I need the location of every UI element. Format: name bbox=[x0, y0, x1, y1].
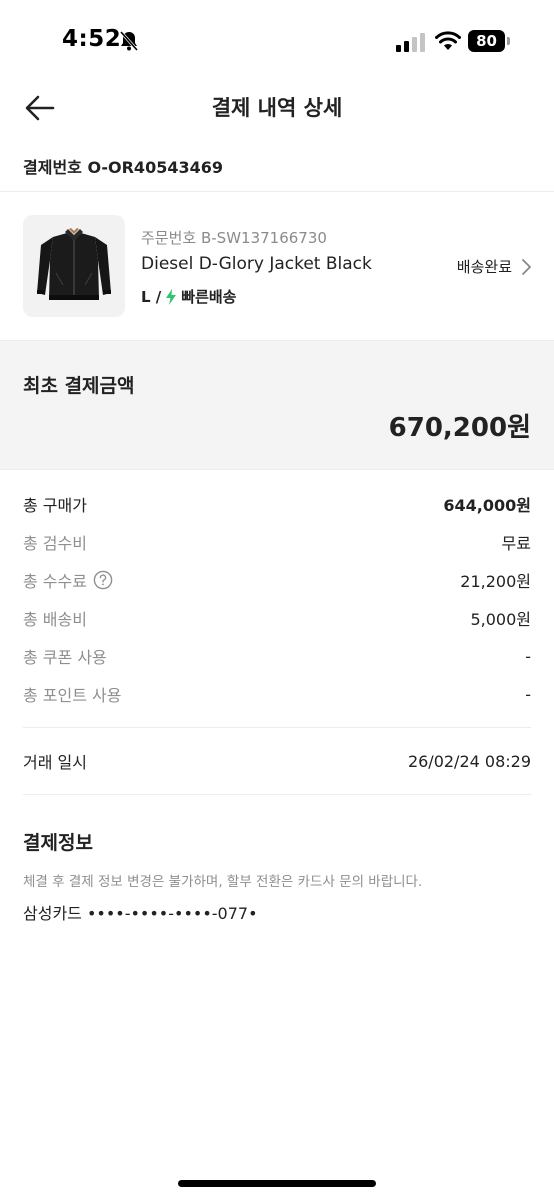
divider bbox=[0, 191, 554, 192]
transaction-date-row: 거래 일시 26/02/24 08:29 bbox=[23, 749, 531, 773]
detail-value: 무료 bbox=[501, 534, 531, 553]
payment-number-value: O-OR40543469 bbox=[87, 158, 223, 177]
status-bar: 4:52 80 bbox=[0, 0, 554, 82]
detail-value: - bbox=[525, 684, 531, 704]
size-label: L / bbox=[141, 287, 162, 306]
product-name[interactable]: Diesel D-Glory Jacket Black bbox=[141, 254, 372, 274]
detail-row-coupon: 총 쿠폰 사용 - bbox=[23, 644, 531, 668]
chevron-right-icon bbox=[522, 258, 531, 275]
detail-row-points: 총 포인트 사용 - bbox=[23, 682, 531, 706]
shipping-type: 빠른배송 bbox=[181, 288, 237, 306]
detail-value: 5,000원 bbox=[470, 610, 531, 629]
detail-label: 총 쿠폰 사용 bbox=[23, 648, 107, 667]
nav-bar: 결제 내역 상세 bbox=[0, 82, 554, 134]
detail-label: 총 배송비 bbox=[23, 610, 87, 629]
payment-info-title: 결제정보 bbox=[23, 832, 93, 854]
delivery-status: 배송완료 bbox=[456, 258, 512, 276]
cellular-signal-icon bbox=[396, 33, 425, 52]
card-info: 삼성카드 ••••-••••-••••-077• bbox=[23, 904, 258, 923]
product-image[interactable] bbox=[23, 215, 125, 317]
detail-label: 총 수수료 bbox=[23, 572, 87, 591]
total-payment-amount: 670,200원 bbox=[388, 413, 531, 443]
detail-label: 총 검수비 bbox=[23, 534, 87, 553]
detail-label: 총 포인트 사용 bbox=[23, 686, 122, 705]
home-indicator[interactable] bbox=[178, 1180, 376, 1187]
detail-value: 644,000원 bbox=[443, 496, 531, 515]
detail-label: 총 구매가 bbox=[23, 496, 87, 515]
divider bbox=[23, 727, 531, 728]
detail-row-purchase: 총 구매가 644,000원 bbox=[23, 492, 531, 516]
detail-row-fee: 총 수수료 21,200원 bbox=[23, 568, 531, 592]
detail-value: 21,200원 bbox=[460, 572, 531, 591]
wifi-icon bbox=[435, 31, 461, 50]
total-payment-box: 최초 결제금액 670,200원 bbox=[0, 340, 554, 470]
payment-number: 결제번호 O-OR40543469 bbox=[23, 154, 223, 178]
bell-muted-icon bbox=[119, 31, 139, 51]
delivery-status-link[interactable]: 배송완료 bbox=[457, 256, 532, 277]
detail-row-inspection: 총 검수비 무료 bbox=[23, 530, 531, 554]
battery-icon: 80 bbox=[468, 30, 510, 52]
payment-number-label: 결제번호 bbox=[23, 158, 82, 177]
detail-label-with-help: 총 수수료 bbox=[23, 568, 113, 592]
transaction-date-value: 26/02/24 08:29 bbox=[407, 751, 531, 771]
jacket-image bbox=[23, 215, 125, 317]
transaction-date-label: 거래 일시 bbox=[23, 753, 87, 772]
detail-row-shipping: 총 배송비 5,000원 bbox=[23, 606, 531, 630]
product-options: L / 빠른배송 bbox=[141, 286, 236, 307]
payment-info-notice: 체결 후 결제 정보 변경은 불가하며, 할부 전환은 카드사 문의 바랍니다. bbox=[23, 874, 423, 890]
status-time: 4:52 bbox=[62, 26, 122, 52]
battery-level: 80 bbox=[476, 32, 497, 50]
question-circle-icon[interactable] bbox=[93, 570, 113, 590]
total-payment-label: 최초 결제금액 bbox=[23, 375, 135, 397]
page-title: 결제 내역 상세 bbox=[211, 96, 343, 120]
divider bbox=[23, 794, 531, 795]
order-number: 주문번호 B-SW137166730 bbox=[141, 229, 327, 247]
lightning-bolt-icon bbox=[166, 288, 177, 305]
detail-value: - bbox=[525, 646, 531, 666]
